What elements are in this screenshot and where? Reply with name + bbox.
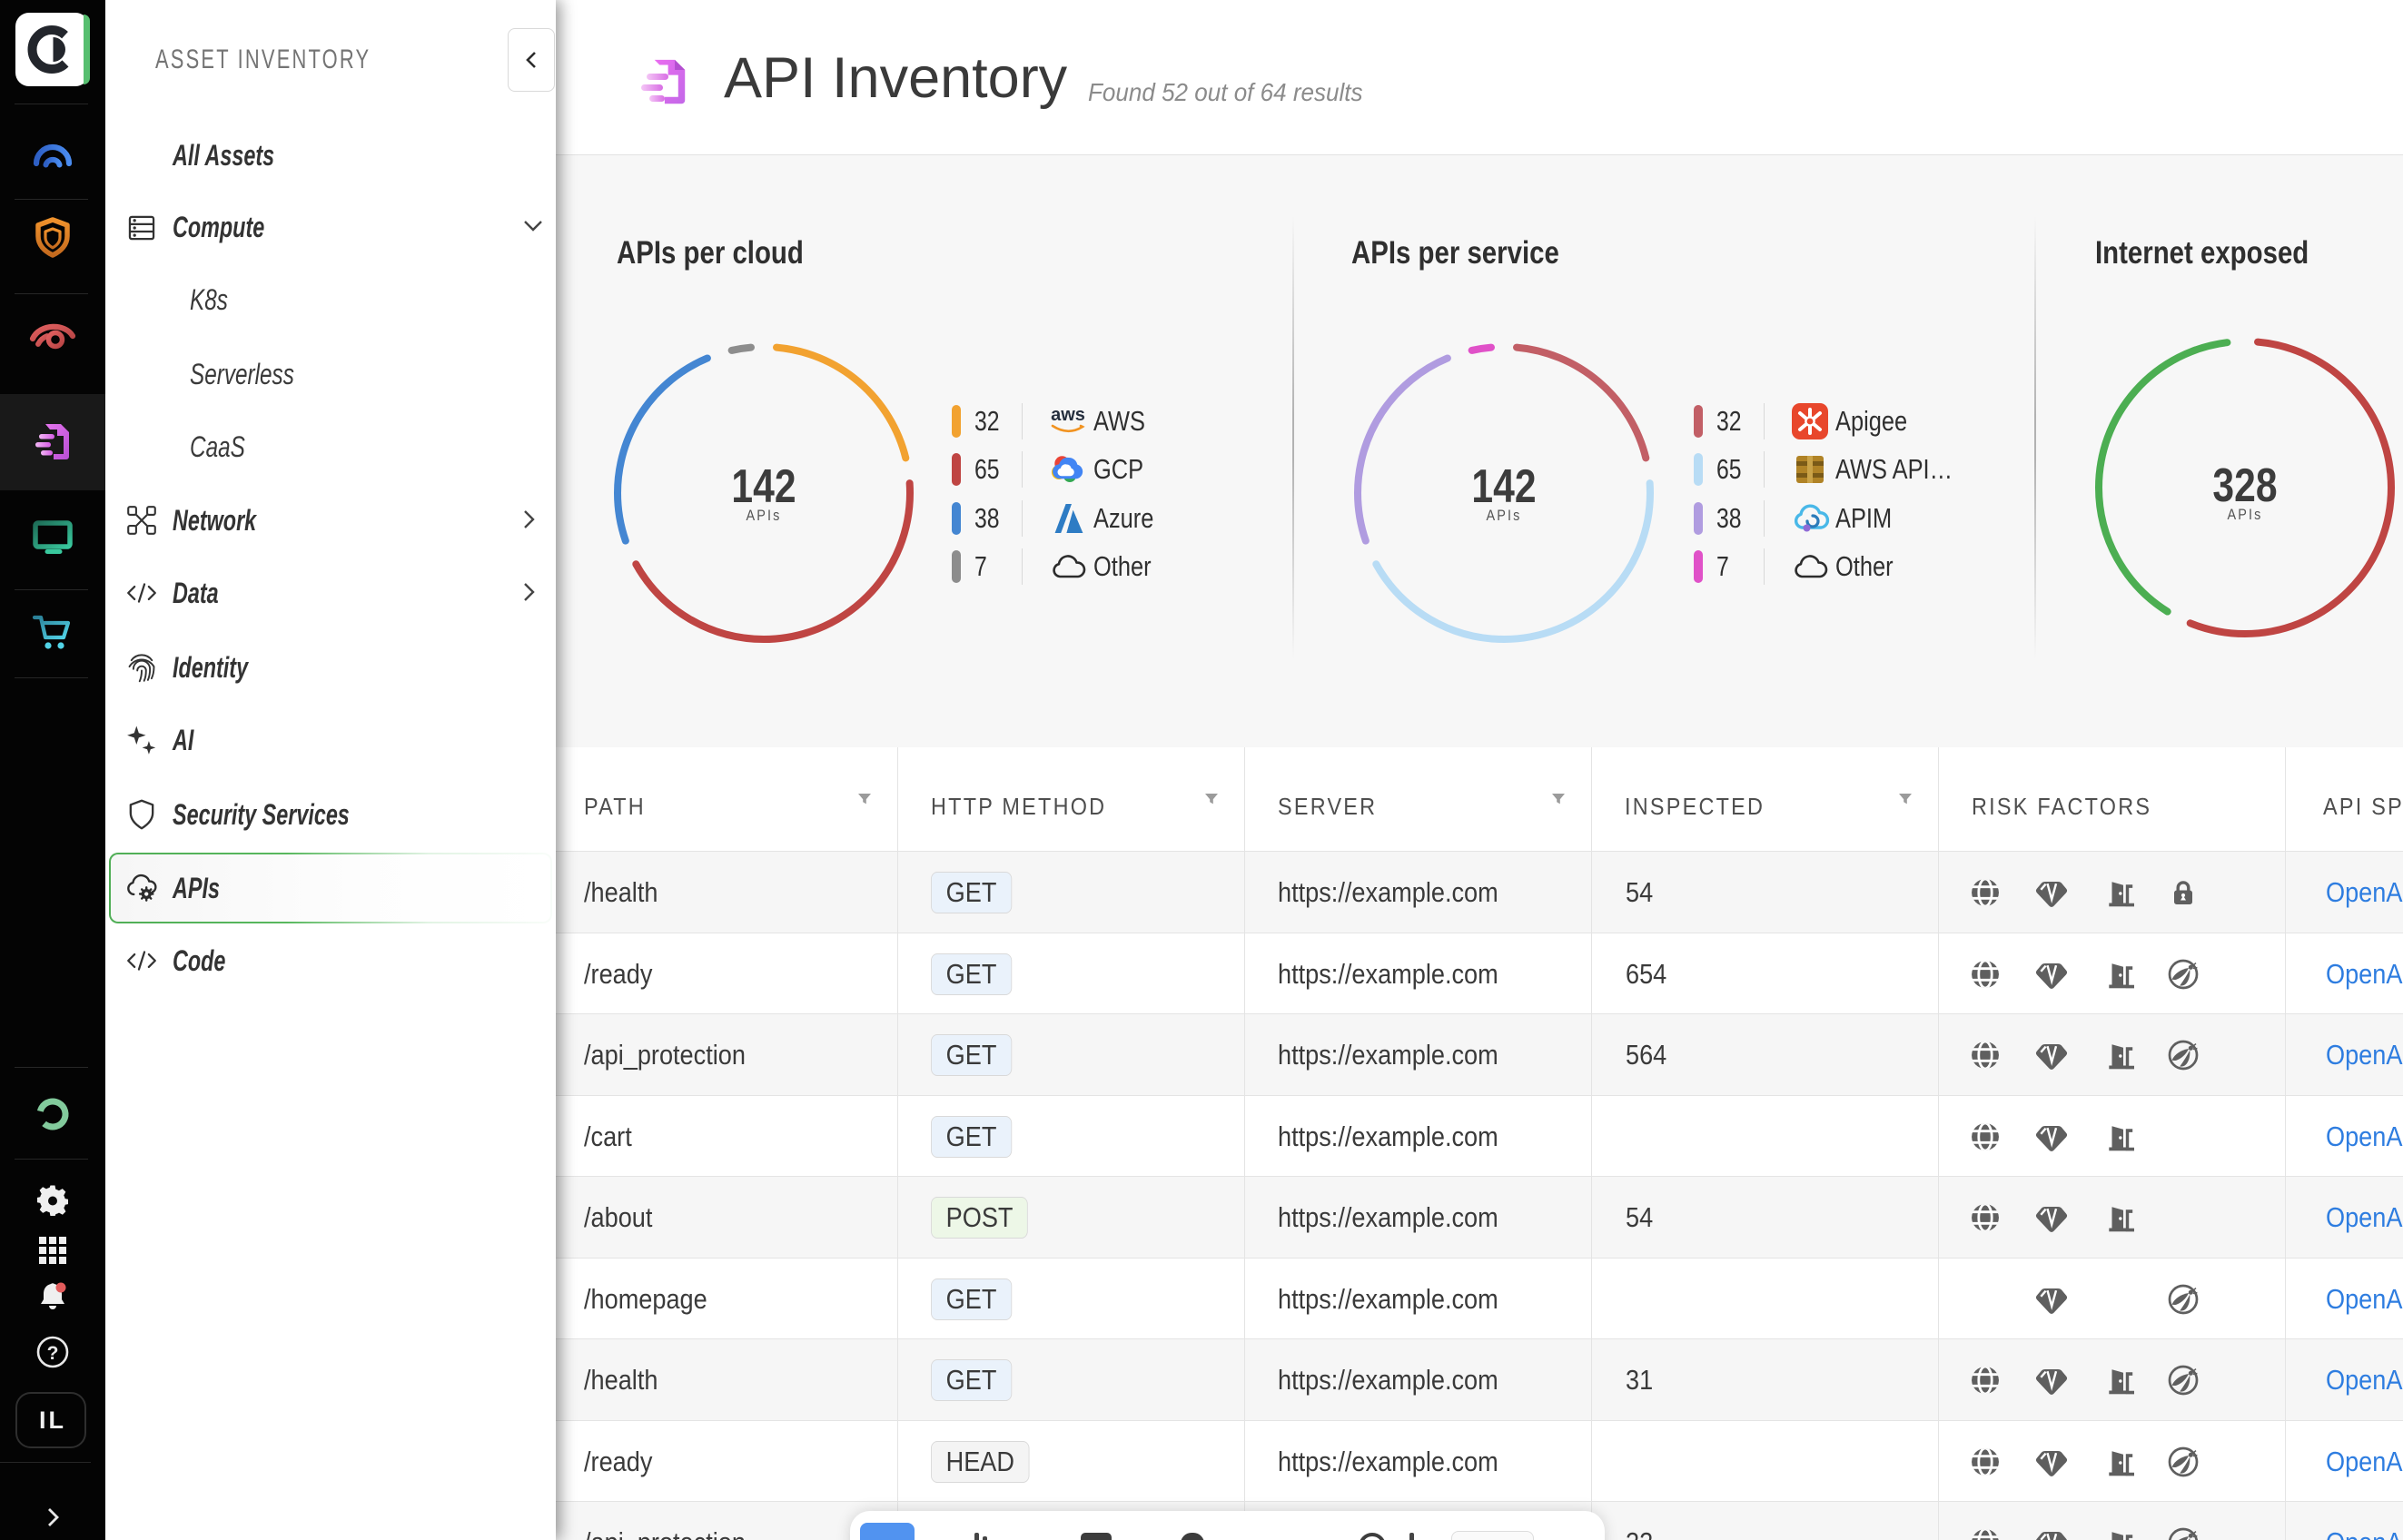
svg-text:aws: aws	[1051, 405, 1085, 425]
svg-text:?: ?	[47, 1343, 59, 1364]
